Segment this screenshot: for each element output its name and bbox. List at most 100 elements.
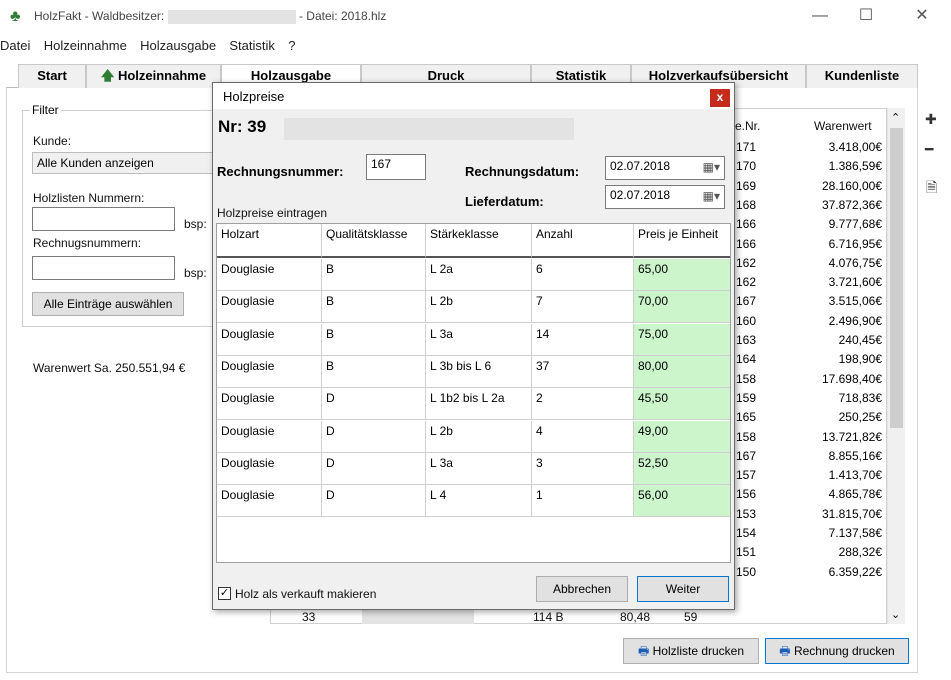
- minimize-icon[interactable]: —: [800, 5, 840, 29]
- table-row[interactable]: 171 3.418,00€: [730, 138, 882, 156]
- row-warenwert: 718,83€: [838, 390, 882, 405]
- table-row[interactable]: 167 3.515,06€: [730, 292, 882, 310]
- cell-preis[interactable]: 49,00: [634, 420, 730, 453]
- row-nr: 153: [736, 506, 757, 521]
- tab-holzeinnahme[interactable]: 🡅 Holzeinnahme: [86, 64, 221, 88]
- table-row[interactable]: 166 6.716,95€: [730, 235, 882, 253]
- cell-preis[interactable]: 52,50: [634, 452, 730, 485]
- row-nr: 166: [736, 217, 757, 232]
- rechnungsdatum-label: Rechnungsdatum:: [465, 164, 580, 179]
- tab-start[interactable]: Start: [18, 64, 86, 88]
- print-rechnung-button[interactable]: 🖶 Rechnung drucken: [765, 638, 909, 664]
- col-header-preis[interactable]: Preis je Einheit: [634, 224, 730, 258]
- maximize-icon[interactable]: ☐: [846, 5, 886, 29]
- table-row[interactable]: 150 6.359,22€: [730, 563, 882, 581]
- calendar-icon[interactable]: ▦▾: [703, 189, 720, 203]
- table-row[interactable]: 164 198,90€: [730, 350, 882, 368]
- table-row[interactable]: 158 13.721,82€: [730, 428, 882, 446]
- table-row[interactable]: 166 9.777,68€: [730, 215, 882, 233]
- cancel-button[interactable]: Abbrechen: [536, 576, 628, 602]
- scroll-up-icon[interactable]: ⌃: [891, 111, 900, 124]
- rechnung-input[interactable]: [32, 256, 175, 280]
- col-header-anzahl[interactable]: Anzahl: [532, 224, 634, 258]
- cell-preis[interactable]: 70,00: [634, 291, 730, 324]
- cell-staerke: L 3b bis L 6: [426, 355, 532, 388]
- cell-holzart: Douglasie: [217, 259, 322, 291]
- table-row[interactable]: 158 17.698,40€: [730, 370, 882, 388]
- holzlisten-input[interactable]: [32, 207, 175, 231]
- table-row[interactable]: 162 3.721,60€: [730, 273, 882, 291]
- cell-preis[interactable]: 45,50: [634, 388, 730, 421]
- col-header-nr[interactable]: e.Nr.: [735, 119, 760, 133]
- rechnungsnummer-input[interactable]: 167: [366, 154, 426, 180]
- add-icon[interactable]: ✚: [925, 111, 937, 128]
- row-warenwert: 4.076,75€: [828, 255, 882, 270]
- kunde-select[interactable]: Alle Kunden anzeigen: [32, 152, 216, 174]
- cell-preis[interactable]: 80,00: [634, 355, 730, 388]
- table-row[interactable]: 160 2.496,90€: [730, 312, 882, 330]
- row-warenwert: 9.777,68€: [828, 217, 882, 232]
- sold-checkbox-label[interactable]: Holz als verkauft makieren: [235, 587, 376, 601]
- row-nr: 163: [736, 333, 757, 347]
- sold-checkbox[interactable]: ✓: [218, 587, 231, 600]
- select-all-button[interactable]: Alle Einträge auswählen: [32, 292, 184, 316]
- cell-holzart: Douglasie: [217, 323, 322, 356]
- table-row[interactable]: 157 1.413,70€: [730, 466, 882, 484]
- table-row[interactable]: 168 37.872,36€: [730, 196, 882, 214]
- menu-help[interactable]: ?: [288, 38, 295, 53]
- table-row[interactable]: 159 718,83€: [730, 389, 882, 407]
- scroll-thumb[interactable]: [890, 128, 903, 428]
- cell-anzahl: 1: [532, 485, 634, 518]
- menu-holzausgabe[interactable]: Holzausgabe: [140, 38, 216, 53]
- table-row[interactable]: 165 250,25€: [730, 408, 882, 426]
- row-nr: 171: [736, 140, 757, 154]
- row-nr: 162: [736, 255, 757, 270]
- table-row[interactable]: 167 8.855,16€: [730, 447, 882, 465]
- rechnungsdatum-picker[interactable]: 02.07.2018 ▦▾: [605, 156, 725, 180]
- table-scrollbar[interactable]: ⌃ ⌄: [887, 108, 905, 624]
- row-nr: 168: [736, 197, 757, 212]
- remove-icon[interactable]: ━: [925, 141, 933, 158]
- tab-kundenliste[interactable]: Kundenliste: [806, 64, 918, 88]
- table-row[interactable]: 154 7.137,58€: [730, 524, 882, 542]
- row-warenwert: 17.698,40€: [821, 371, 882, 386]
- cell-qualitaet: B: [322, 355, 426, 388]
- document-icon[interactable]: 🗎: [926, 177, 937, 201]
- rechnung-hint: bsp:: [184, 266, 207, 280]
- scroll-down-icon[interactable]: ⌄: [891, 608, 900, 621]
- table-row[interactable]: 151 288,32€: [730, 543, 882, 561]
- table-row[interactable]: 156 4.865,78€: [730, 485, 882, 503]
- cell-preis[interactable]: 75,00: [634, 323, 730, 356]
- table-row[interactable]: 162 4.076,75€: [730, 254, 882, 272]
- table-row[interactable]: 169 28.160,00€: [730, 177, 882, 195]
- kunde-label: Kunde:: [33, 134, 72, 148]
- redacted-customer: [283, 117, 574, 140]
- menu-holzeinnahme[interactable]: Holzeinnahme: [44, 38, 127, 53]
- cell-preis[interactable]: 65,00: [634, 259, 730, 291]
- print-holzliste-button[interactable]: 🖶 Holzliste drucken: [623, 638, 759, 664]
- col-header-staerke[interactable]: Stärkeklasse: [426, 224, 532, 258]
- menu-statistik[interactable]: Statistik: [229, 38, 275, 53]
- col-header-qualitaet[interactable]: Qualitätsklasse: [322, 224, 426, 258]
- next-button[interactable]: Weiter: [637, 576, 729, 602]
- cell-holzart: Douglasie: [217, 485, 322, 518]
- table-row[interactable]: 163 240,45€: [730, 331, 882, 349]
- filter-title: Filter: [30, 103, 61, 117]
- menu-datei[interactable]: Datei: [0, 38, 30, 53]
- calendar-icon[interactable]: ▦▾: [703, 160, 720, 174]
- dialog-close-button[interactable]: x: [710, 89, 730, 107]
- lieferdatum-picker[interactable]: 02.07.2018 ▦▾: [605, 185, 725, 209]
- cell-preis[interactable]: 56,00: [634, 485, 730, 518]
- row-warenwert: 7.137,58€: [828, 526, 882, 540]
- close-window-icon[interactable]: ✕: [902, 5, 942, 29]
- col-header-warenwert[interactable]: Warenwert: [814, 119, 872, 133]
- cell-qualitaet: D: [322, 388, 426, 421]
- table-row[interactable]: 153 31.815,70€: [730, 505, 882, 523]
- table-row[interactable]: 170 1.386,59€: [730, 157, 882, 175]
- bottom-cell-4: 59: [684, 610, 698, 624]
- col-header-holzart[interactable]: Holzart: [217, 224, 322, 258]
- price-grid: Holzart Qualitätsklasse Stärkeklasse Anz…: [216, 223, 731, 563]
- row-warenwert: 6.716,95€: [828, 236, 882, 251]
- row-nr: 170: [736, 159, 757, 174]
- cell-qualitaet: D: [322, 485, 426, 518]
